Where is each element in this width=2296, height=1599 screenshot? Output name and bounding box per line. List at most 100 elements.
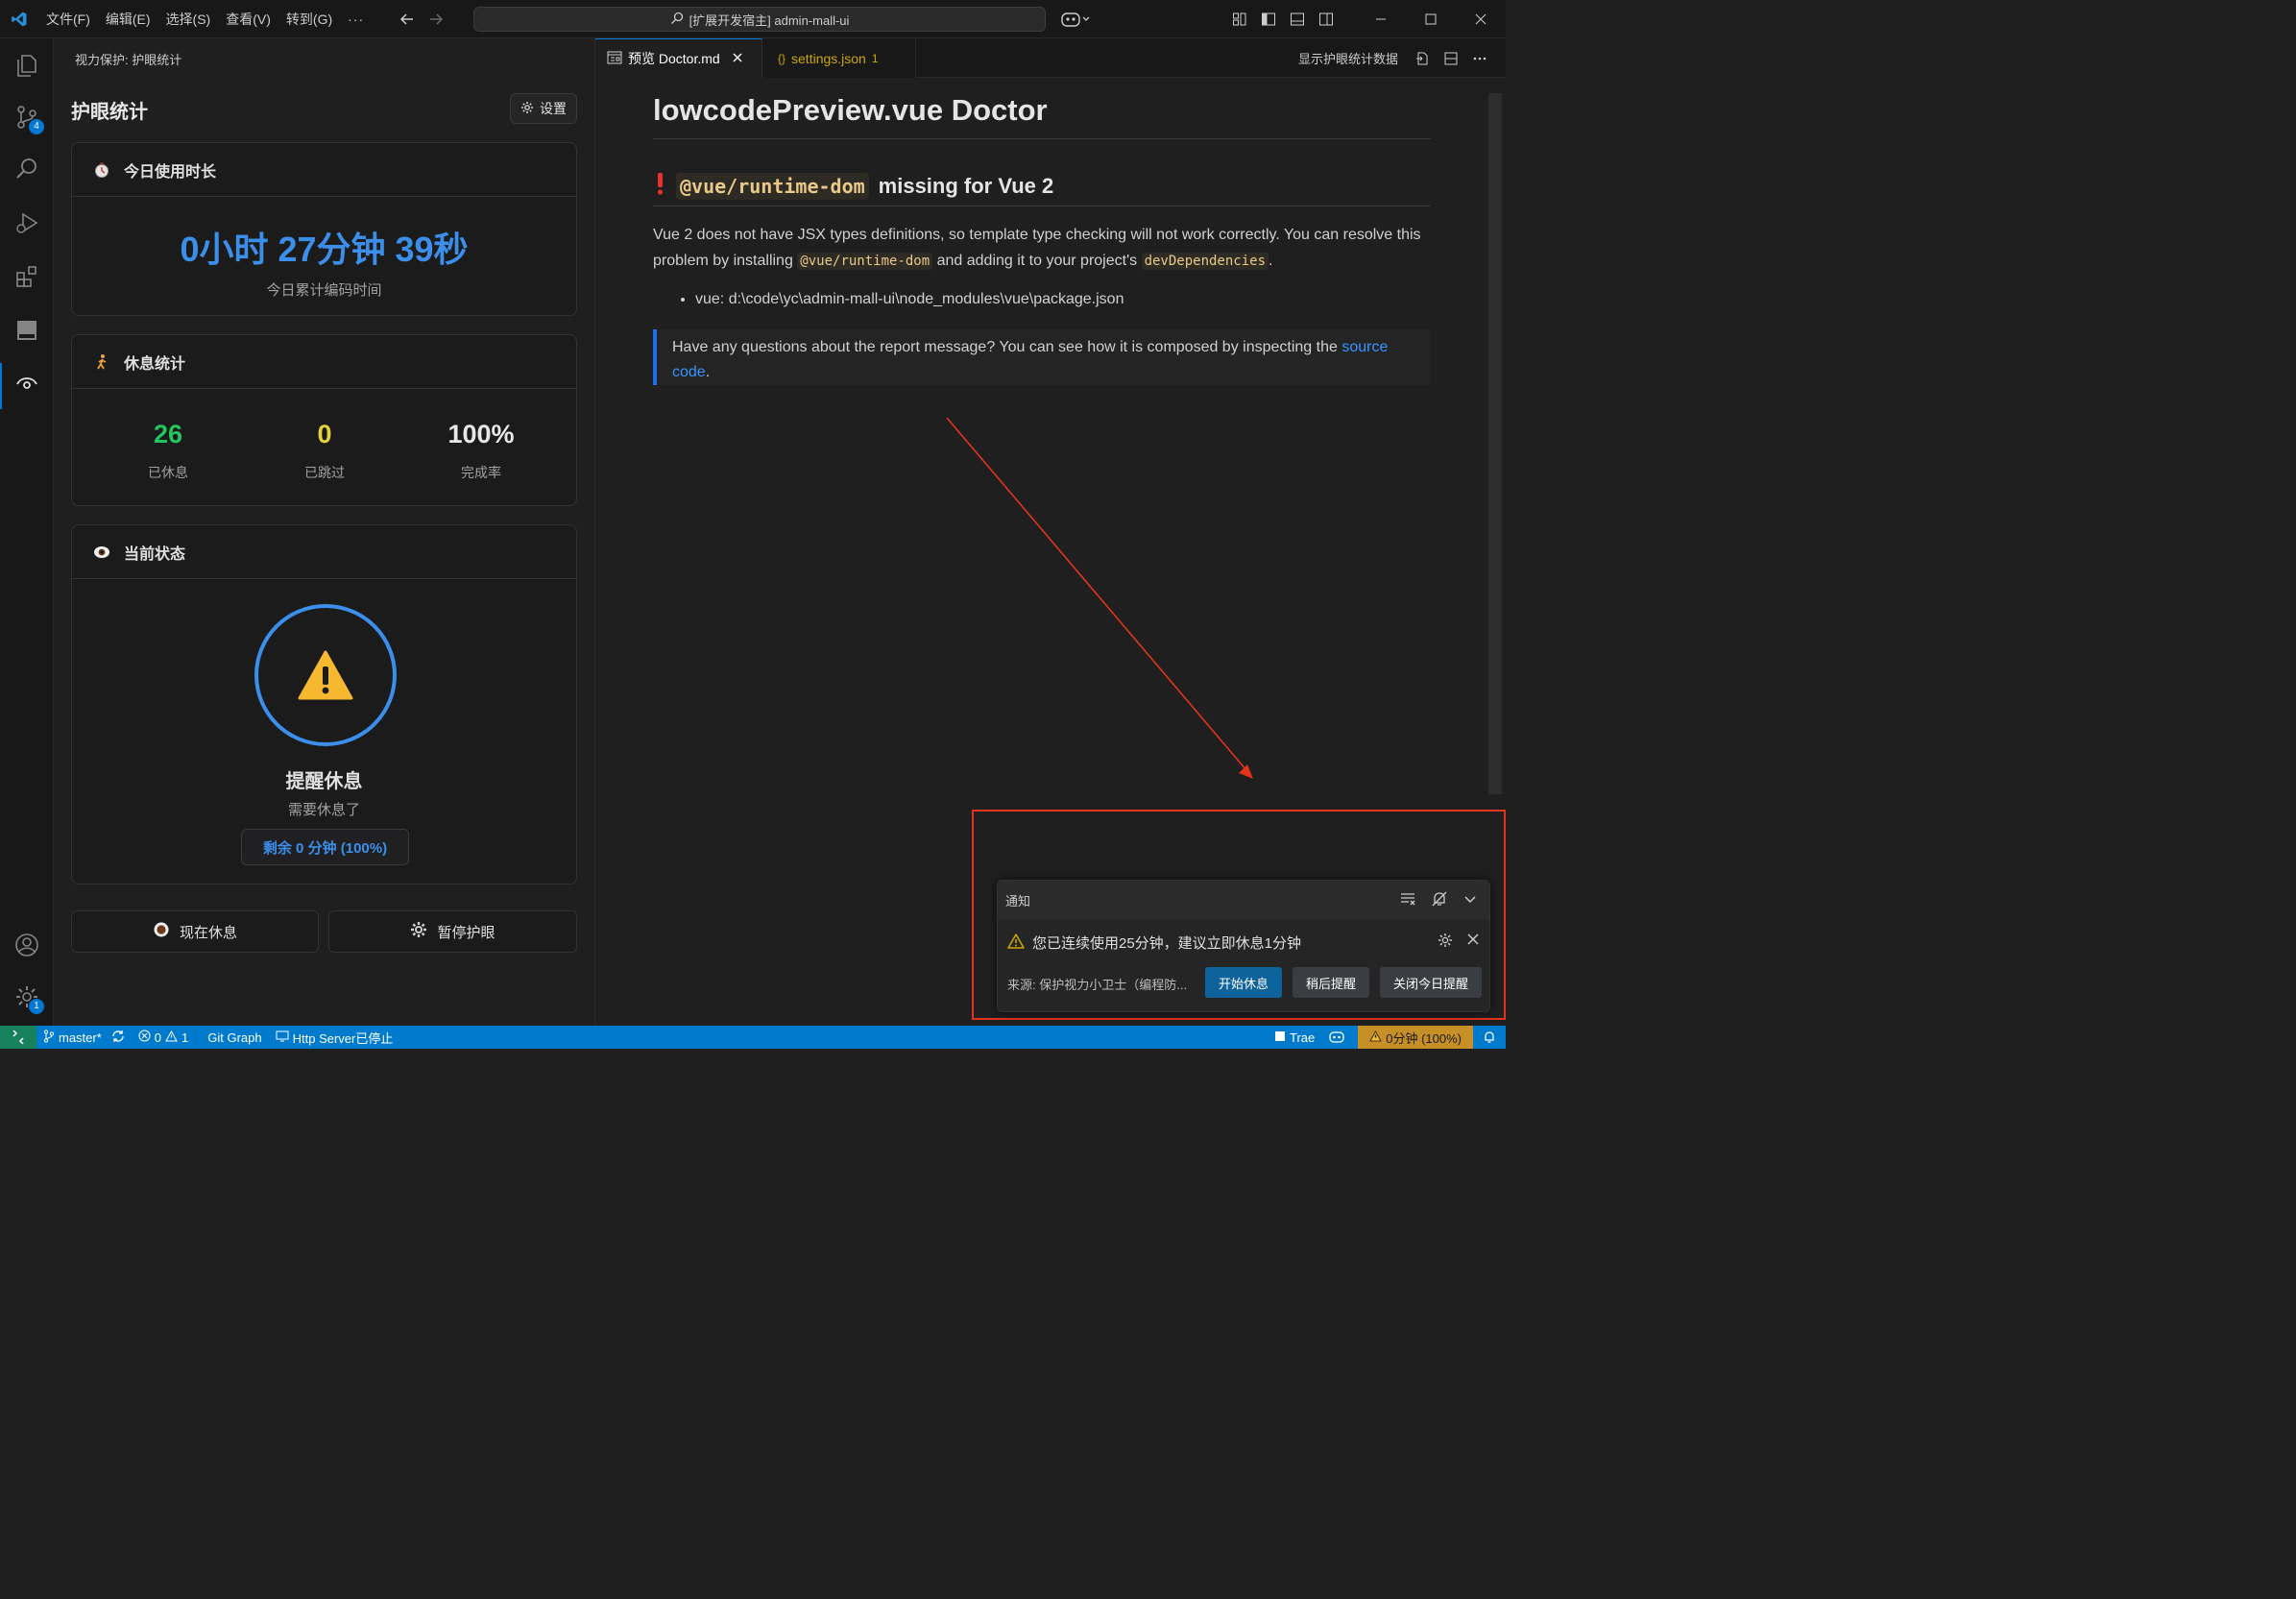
close-tab-icon[interactable] [732,51,743,66]
source-control-icon[interactable]: 4 [0,94,54,140]
forward-arrow-icon[interactable] [427,11,445,28]
notification-settings-icon[interactable] [1438,933,1453,951]
menu-edit[interactable]: 编辑(E) [98,0,158,38]
stat-rested: 26 已休息 [84,420,253,482]
eye-icon [93,544,110,561]
stat-completion: 100% 完成率 [397,420,566,482]
vscode-logo-icon [0,0,38,38]
today-usage-card: 今日使用时长 0小时 27分钟 39秒 今日累计编码时间 [71,142,577,316]
start-rest-button[interactable]: 开始休息 [1205,967,1282,998]
status-bar: master* 0 1 Git Graph Http Server已停止 Tra… [0,1026,1506,1049]
eye-care-status-label: 0分钟 (100%) [1386,1030,1462,1046]
doc-inline-code: @vue/runtime-dom [797,253,933,270]
customize-layout-icon[interactable] [1225,0,1254,38]
tab-doctor-preview[interactable]: 预览 Doctor.md [595,38,762,78]
tab-settings-label: settings.json [791,50,866,66]
close-today-button[interactable]: 关闭今日提醒 [1380,967,1482,998]
warning-triangle-icon [1007,933,1025,953]
menu-view[interactable]: 查看(V) [218,0,278,38]
warning-icon [298,650,353,700]
maximize-icon[interactable] [1406,0,1456,38]
command-center[interactable]: [扩展开发宿主] admin-mall-ui [473,7,1046,32]
sidebar-title: 视力保护: 护眼统计 [75,53,182,67]
rest-now-button[interactable]: 现在休息 [71,910,319,953]
close-window-icon[interactable] [1456,0,1506,38]
split-editor-icon[interactable] [1438,46,1463,71]
coffee-icon [153,921,170,942]
copilot-status-icon[interactable] [1321,1026,1352,1049]
notification-toast: 通知 您已连续使用25分钟，建议立即休息1分钟 来源: 保护视力小卫士（编程防.… [997,880,1490,1012]
settings-button[interactable]: 设置 [510,93,577,124]
menu-file[interactable]: 文件(F) [38,0,98,38]
stat-skipped-label: 已跳过 [304,465,345,480]
clear-all-icon[interactable] [1399,888,1418,909]
more-actions-icon[interactable] [1467,46,1492,71]
doc-heading-text: missing for Vue 2 [878,173,1054,198]
settings-button-label: 设置 [540,101,567,116]
json-braces-icon: {} [778,51,786,65]
rest-now-label: 现在休息 [179,924,237,941]
trae-label: Trae [1290,1030,1316,1045]
remote-icon[interactable] [0,1026,36,1049]
stat-skipped: 0 已跳过 [240,420,409,482]
do-not-disturb-icon[interactable] [1430,888,1449,909]
source-control-badge: 4 [29,119,44,134]
toggle-primary-sidebar-icon[interactable] [1254,0,1283,38]
notification-header-label: 通知 [1005,893,1031,909]
blockquote-text: Have any questions about the report mess… [672,339,1342,355]
today-usage-time: 0小时 27分钟 39秒 [180,230,469,269]
editor-actions: 显示护眼统计数据 [1298,38,1506,78]
status-state: 提醒休息 [285,771,363,792]
notification-header: 通知 [998,881,1489,919]
warning-status-icon [165,1030,178,1045]
extensions-icon[interactable] [0,254,54,300]
stopwatch-icon [93,161,110,179]
monitor-icon [276,1030,289,1045]
toggle-panel-icon[interactable] [1283,0,1312,38]
toggle-secondary-sidebar-icon[interactable] [1312,0,1341,38]
trae-item[interactable]: Trae [1268,1026,1321,1049]
doc-inline-code: devDependencies [1141,253,1269,270]
minimize-icon[interactable] [1356,0,1406,38]
branch-item[interactable]: master* [36,1026,132,1049]
git-graph-item[interactable]: Git Graph [201,1026,268,1049]
eye-care-status-item[interactable]: 0分钟 (100%) [1358,1026,1473,1049]
tab-settings-json[interactable]: {} settings.json 1 [762,38,916,78]
panel-heading: 护眼统计 [71,102,148,123]
menu-selection[interactable]: 选择(S) [158,0,219,38]
doc-paragraph-part: . [1269,253,1273,269]
explorer-icon[interactable] [0,42,54,88]
sync-icon[interactable] [111,1030,125,1046]
remind-later-button[interactable]: 稍后提醒 [1293,967,1369,998]
doc-heading-code: @vue/runtime-dom [676,172,869,200]
search-view-icon[interactable] [0,146,54,192]
collapse-chevron-icon[interactable] [1461,888,1480,909]
status-description: 需要休息了 [287,802,360,818]
copilot-icon[interactable] [1060,10,1093,29]
doc-paragraph: Vue 2 does not have JSX types definition… [653,222,1431,275]
status-ring [254,604,397,746]
problems-item[interactable]: 0 1 [132,1026,195,1049]
manage-gear-icon[interactable]: 1 [0,974,54,1020]
back-arrow-icon[interactable] [399,11,416,28]
preview-scrollbar[interactable] [1488,93,1502,794]
menu-go[interactable]: 转到(G) [278,0,340,38]
doc-list: vue: d:\code\yc\admin-mall-ui\node_modul… [680,291,1124,308]
eye-care-icon[interactable] [0,359,54,409]
pause-eye-care-button[interactable]: 暂停护眼 [328,910,577,953]
http-server-item[interactable]: Http Server已停止 [269,1026,400,1049]
accounts-icon[interactable] [0,922,54,968]
run-debug-icon[interactable] [0,200,54,246]
notifications-bell-icon[interactable] [1473,1026,1506,1049]
menu-bar: 文件(F) 编辑(E) 选择(S) 查看(V) 转到(G) ··· [38,0,372,38]
notification-close-icon[interactable] [1466,933,1480,951]
doc-paragraph-part: and adding it to your project's [932,253,1142,269]
open-source-icon[interactable] [1410,46,1435,71]
show-eye-stats-action[interactable]: 显示护眼统计数据 [1298,49,1398,67]
stat-completion-label: 完成率 [461,465,501,480]
panel-view-icon[interactable] [0,307,54,353]
menu-more[interactable]: ··· [340,0,372,38]
stat-rested-value: 26 [153,420,183,448]
pause-eye-care-label: 暂停护眼 [437,924,495,941]
today-usage-subtitle: 今日累计编码时间 [266,282,382,299]
